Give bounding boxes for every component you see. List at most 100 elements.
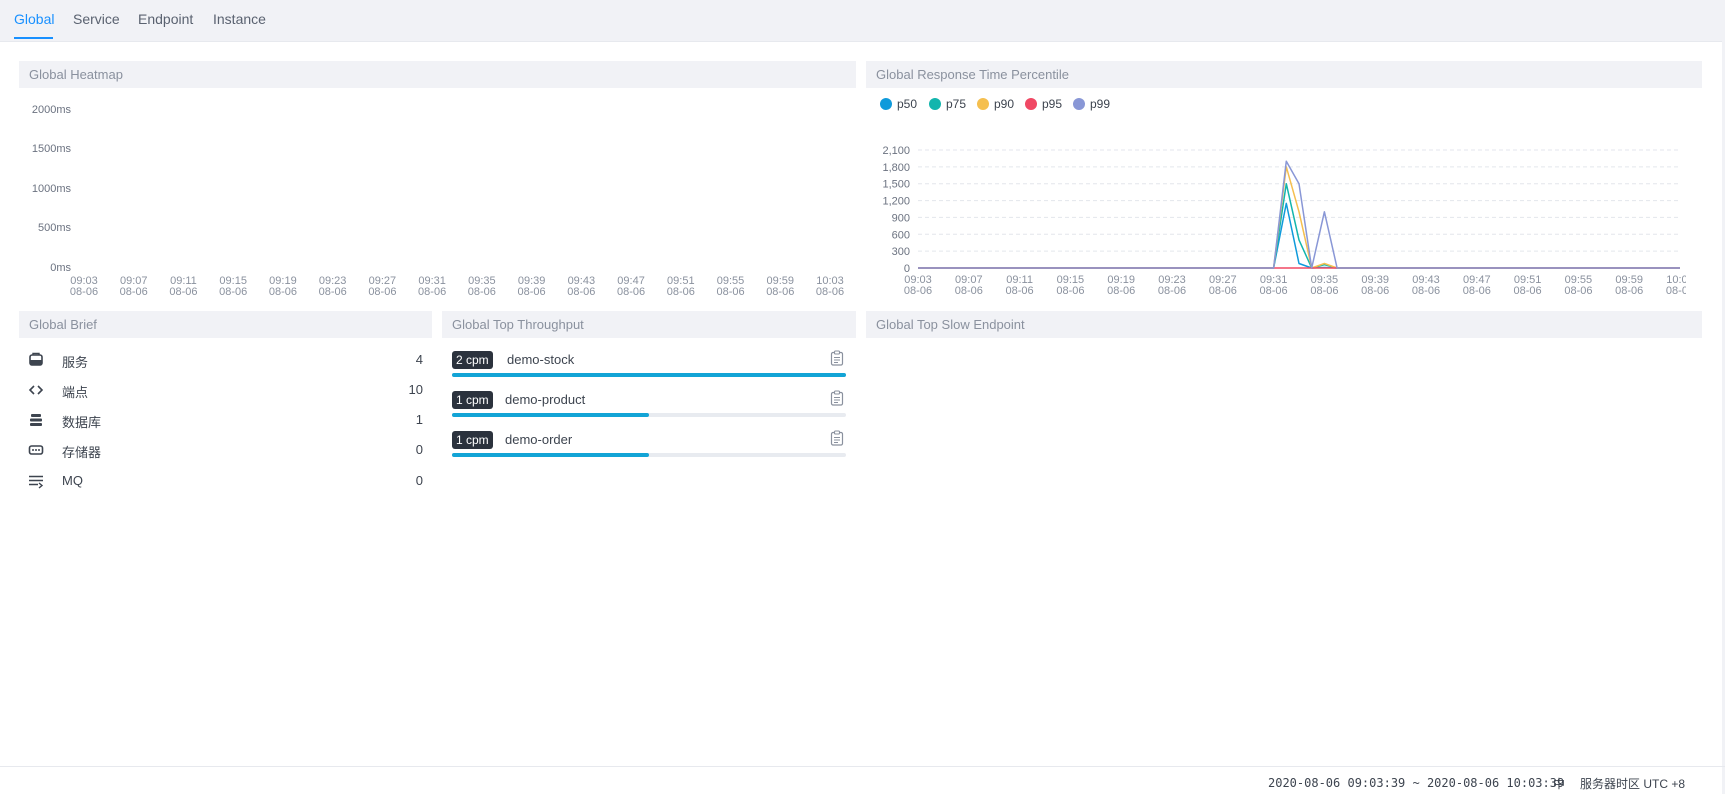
tick-date: 08-06 xyxy=(418,286,447,298)
tick-date: 08-06 xyxy=(268,286,297,298)
brief-value: 0 xyxy=(415,473,423,488)
legend-marker xyxy=(1025,98,1037,110)
code-icon xyxy=(28,385,44,395)
heatmap-y-label: 1000ms xyxy=(31,183,71,195)
tab-service[interactable]: Service xyxy=(73,11,120,27)
heatmap-x-tick: 09:51 08-06 xyxy=(661,276,701,298)
x-tick-date: 08-06 xyxy=(1361,285,1389,297)
service-name: demo-product xyxy=(505,392,586,407)
tick-date: 08-06 xyxy=(368,286,397,298)
tick-date: 08-06 xyxy=(666,286,695,298)
legend-item-p90[interactable]: p90 xyxy=(977,97,1014,111)
time-range[interactable]: 2020-08-06 09:03:39 ~ 2020-08-06 10:03:3… xyxy=(1268,776,1564,790)
legend-label: p50 xyxy=(897,97,918,111)
throughput-panel-title: Global Top Throughput xyxy=(442,311,856,338)
tick-date: 08-06 xyxy=(567,286,596,298)
heatmap-x-tick: 09:55 08-06 xyxy=(711,276,751,298)
list-item: 端点 10 xyxy=(28,380,423,400)
legend-marker xyxy=(1073,98,1085,110)
legend-item-p75[interactable]: p75 xyxy=(929,97,966,111)
brief-label: 存储器 xyxy=(62,445,102,460)
y-tick-label: 1,200 xyxy=(882,196,910,208)
heatmap-x-tick: 09:39 08-06 xyxy=(512,276,552,298)
heatmap-y-label: 2000ms xyxy=(31,104,71,116)
throughput-bar-fill xyxy=(452,413,649,417)
tab-global[interactable]: Global xyxy=(14,11,54,27)
tick-date: 08-06 xyxy=(616,286,646,298)
brief-label: 端点 xyxy=(62,385,89,400)
brief-panel-title: Global Brief xyxy=(19,311,432,338)
legend-item-p99[interactable]: p99 xyxy=(1073,97,1110,111)
legend-item-p95[interactable]: p95 xyxy=(1025,97,1062,111)
x-tick-date: 08-06 xyxy=(1514,285,1542,297)
heatmap-y-label: 500ms xyxy=(37,222,71,234)
heatmap-x-tick: 09:43 08-06 xyxy=(561,276,601,298)
tick-date: 08-06 xyxy=(119,286,148,298)
heatmap-x-tick: 09:31 08-06 xyxy=(412,276,452,298)
list-item[interactable]: 2 cpm demo-stock xyxy=(452,350,846,383)
throughput-bar xyxy=(452,413,846,417)
list-item[interactable]: 1 cpm demo-product xyxy=(452,390,846,423)
legend-marker xyxy=(880,98,892,110)
heatmap-x-tick: 09:03 08-06 xyxy=(64,276,104,298)
clipboard-icon[interactable] xyxy=(830,390,844,406)
x-tick-date: 08-06 xyxy=(1310,285,1338,297)
x-tick-date: 08-06 xyxy=(1209,285,1237,297)
tick-date: 08-06 xyxy=(766,286,795,298)
clipboard-icon[interactable] xyxy=(830,350,844,366)
legend-item-p50[interactable]: p50 xyxy=(880,97,917,111)
y-tick-label: 300 xyxy=(892,246,910,258)
x-tick-date: 08-06 xyxy=(1056,285,1084,297)
series-line-p75 xyxy=(918,182,1680,269)
server-timezone[interactable]: 服务器时区 UTC +8 xyxy=(1580,775,1685,792)
tab-instance[interactable]: Instance xyxy=(213,11,266,27)
brief-value: 0 xyxy=(415,442,423,457)
heatmap-panel-title: Global Heatmap xyxy=(19,61,856,88)
brief-value: 10 xyxy=(408,382,423,397)
x-tick-date: 08-06 xyxy=(955,285,983,297)
tick-date: 08-06 xyxy=(169,286,198,298)
legend-marker xyxy=(977,98,989,110)
heatmap-x-tick: 09:15 08-06 xyxy=(213,276,253,298)
x-tick-date: 08-06 xyxy=(1412,285,1440,297)
clipboard-icon[interactable] xyxy=(830,430,844,446)
heatmap-y-label: 0ms xyxy=(50,262,71,274)
heatmap-x-tick: 10:03 08-06 xyxy=(810,276,850,298)
language-toggle[interactable]: 中 xyxy=(1553,775,1565,792)
list-item[interactable]: 1 cpm demo-order xyxy=(452,430,846,463)
heatmap-x-tick: 09:59 08-06 xyxy=(760,276,800,298)
server-icon xyxy=(29,352,43,366)
active-tab-indicator xyxy=(14,37,53,39)
heatmap-y-label: 1500ms xyxy=(31,143,71,155)
brief-label: 服务 xyxy=(62,355,89,370)
percentile-line-chart: 2,1001,8001,5001,200900600300009:0308-06… xyxy=(882,145,1686,297)
cache-icon xyxy=(28,445,44,455)
throughput-bar-fill xyxy=(452,453,649,457)
heatmap-x-tick: 09:23 08-06 xyxy=(313,276,353,298)
tick-date: 08-06 xyxy=(517,286,546,298)
x-tick-date: 08-06 xyxy=(1615,285,1643,297)
tick-date: 08-06 xyxy=(716,286,745,298)
legend-label: p99 xyxy=(1090,97,1111,111)
list-item: 存储器 0 xyxy=(28,440,423,460)
x-tick-date: 08-06 xyxy=(1564,285,1592,297)
slow-endpoint-panel-title: Global Top Slow Endpoint xyxy=(866,311,1702,338)
cpm-badge: 2 cpm xyxy=(452,351,493,369)
tab-endpoint[interactable]: Endpoint xyxy=(138,11,193,27)
service-name: demo-stock xyxy=(507,352,575,367)
legend-label: p90 xyxy=(994,97,1015,111)
heatmap-x-tick: 09:07 08-06 xyxy=(114,276,154,298)
throughput-bar xyxy=(452,453,846,457)
list-item: 服务 4 xyxy=(28,350,423,370)
brief-label: MQ xyxy=(62,473,83,488)
tick-date: 08-06 xyxy=(467,286,496,298)
cpm-badge: 1 cpm xyxy=(452,431,493,449)
tick-date: 08-06 xyxy=(69,286,99,298)
x-tick-date: 08-06 xyxy=(1463,285,1491,297)
heatmap-x-tick: 09:19 08-06 xyxy=(263,276,303,298)
tick-date: 08-06 xyxy=(219,286,248,298)
heatmap-x-tick: 09:11 08-06 xyxy=(163,276,203,298)
x-tick-date: 08-06 xyxy=(1006,285,1034,297)
x-tick-date: 08-06 xyxy=(904,285,932,297)
tick-date: 08-06 xyxy=(815,286,845,298)
